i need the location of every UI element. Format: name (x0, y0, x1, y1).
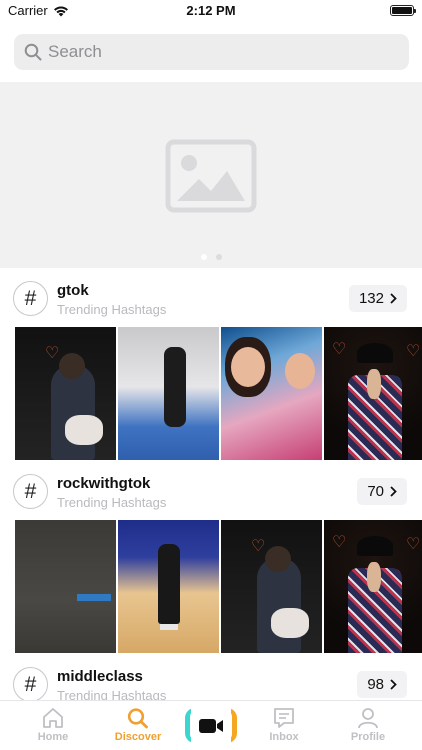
video-thumbnail[interactable]: ♡ (221, 520, 322, 653)
tab-label: Profile (350, 731, 386, 743)
search-icon (24, 43, 42, 61)
video-count-button[interactable]: 70 (357, 478, 407, 505)
video-thumbnail[interactable]: ♡ ♡ (324, 327, 422, 460)
video-count-button[interactable]: 132 (348, 285, 407, 312)
message-icon (274, 708, 294, 728)
video-thumbnail[interactable] (15, 520, 116, 653)
search-bar[interactable] (14, 34, 409, 70)
video-thumbnails: ♡ ♡ ♡ (15, 520, 422, 653)
hashtag-subtitle: Trending Hashtags (57, 302, 167, 317)
tab-label: Home (37, 731, 69, 743)
video-thumbnail[interactable]: ♡ ♡ (324, 520, 422, 653)
video-camera-icon (199, 718, 223, 733)
chevron-right-icon (390, 679, 397, 690)
video-thumbnail[interactable] (118, 327, 219, 460)
video-count-button[interactable]: 98 (357, 671, 407, 698)
image-placeholder-icon (165, 139, 257, 213)
chevron-right-icon (390, 486, 397, 497)
video-thumbnail[interactable]: ♡ (15, 327, 116, 460)
search-input[interactable] (48, 42, 388, 62)
heart-lights-icon: ♡ (406, 536, 421, 553)
hashtag-header[interactable]: # rockwithgtok Trending Hashtags 70 (0, 474, 422, 522)
video-thumbnail[interactable] (221, 327, 322, 460)
video-count: 132 (358, 290, 384, 307)
home-icon (43, 708, 63, 728)
user-icon (358, 708, 378, 729)
search-icon (127, 708, 148, 729)
heart-lights-icon: ♡ (332, 341, 347, 358)
heart-lights-icon: ♡ (406, 343, 421, 360)
record-video-button[interactable] (185, 708, 237, 743)
video-thumbnail[interactable] (118, 520, 219, 653)
tab-discover[interactable]: Discover (98, 707, 178, 743)
tab-home[interactable]: Home (13, 707, 93, 743)
carousel-dot-active[interactable] (200, 254, 207, 260)
hashtag-title: middleclass (57, 668, 143, 685)
banner-carousel[interactable] (0, 82, 422, 268)
heart-lights-icon: ♡ (45, 345, 60, 362)
video-count: 98 (367, 676, 384, 693)
hashtag-title: gtok (57, 282, 89, 299)
hashtag-header[interactable]: # gtok Trending Hashtags 132 (0, 281, 422, 329)
heart-lights-icon: ♡ (251, 538, 266, 555)
battery-icon (390, 5, 416, 16)
hashtag-icon: # (13, 667, 48, 702)
bottom-tab-bar: Home Discover Inbox Profile (0, 700, 422, 750)
hashtag-icon: # (13, 281, 48, 316)
carousel-dot[interactable] (215, 254, 222, 260)
hashtag-title: rockwithgtok (57, 475, 151, 492)
tab-label: Inbox (269, 731, 299, 743)
tab-profile[interactable]: Profile (328, 707, 408, 743)
video-count: 70 (367, 483, 384, 500)
chevron-right-icon (390, 293, 397, 304)
tab-inbox[interactable]: Inbox (244, 707, 324, 743)
heart-lights-icon: ♡ (332, 534, 347, 551)
hashtag-section-gtok: # gtok Trending Hashtags 132 ♡ ♡ ♡ (0, 281, 422, 460)
hashtag-icon: # (13, 474, 48, 509)
status-time: 2:12 PM (186, 3, 236, 18)
hashtag-subtitle: Trending Hashtags (57, 495, 167, 510)
carousel-dots (0, 254, 422, 260)
status-bar: Carrier 2:12 PM (0, 0, 422, 22)
tab-label: Discover (114, 731, 162, 743)
video-thumbnails: ♡ ♡ ♡ (15, 327, 422, 460)
hashtag-section-rockwithgtok: # rockwithgtok Trending Hashtags 70 ♡ ♡ … (0, 474, 422, 653)
